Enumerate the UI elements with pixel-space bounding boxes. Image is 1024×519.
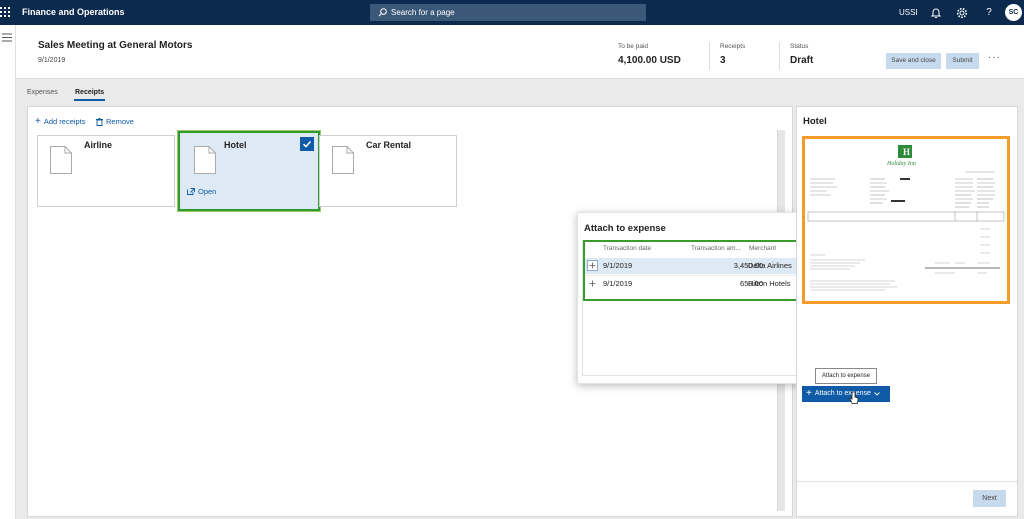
next-button[interactable]: Next (973, 490, 1006, 507)
document-icon (194, 146, 216, 174)
plus-icon: + (35, 115, 41, 127)
page-header (16, 25, 1024, 79)
open-label: Open (198, 187, 217, 196)
open-icon (187, 188, 195, 195)
open-receipt-link[interactable]: Open (187, 187, 216, 196)
receipts-count-value: 3 (720, 55, 726, 66)
chevron-down-icon (874, 392, 880, 396)
search-icon (378, 8, 387, 17)
receipt-name: Car Rental (366, 140, 412, 150)
add-receipts-button[interactable]: + Add receipts (35, 115, 86, 127)
trash-icon (96, 117, 103, 126)
search-placeholder: Search for a page (391, 8, 455, 17)
plus-icon: + (806, 388, 812, 399)
page-title: Sales Meeting at General Motors (38, 40, 193, 51)
svg-text:H: H (903, 147, 910, 157)
receipt-name: Hotel (224, 140, 247, 150)
gear-icon[interactable] (956, 7, 968, 19)
receipt-brand: Holiday Inn (886, 161, 916, 167)
receipt-name: Airline (84, 140, 113, 150)
company-picker[interactable]: USSI (899, 8, 918, 17)
highlight-box (583, 240, 812, 301)
selected-tab-indicator (74, 99, 105, 101)
to-be-paid-label: To be paid (618, 43, 648, 50)
divider (709, 42, 710, 70)
receipt-card-hotel[interactable]: Hotel Open (178, 131, 320, 211)
flyout-title: Attach to expense (584, 223, 666, 234)
receipt-image: H Holiday Inn (802, 136, 1010, 304)
document-icon (332, 146, 354, 174)
mouse-cursor-icon (849, 391, 859, 405)
divider (797, 481, 1017, 482)
remove-label: Remove (106, 117, 134, 126)
receipt-card-airline[interactable]: Airline (37, 135, 175, 207)
help-icon[interactable]: ? (983, 7, 995, 19)
app-title[interactable]: Finance and Operations (22, 7, 125, 17)
search-box[interactable]: Search for a page (370, 4, 646, 21)
receipt-card-car-rental[interactable]: Car Rental (319, 135, 457, 207)
more-options-icon[interactable]: ··· (988, 52, 1001, 63)
remove-button[interactable]: Remove (96, 117, 134, 126)
avatar[interactable]: SC (1005, 4, 1022, 21)
tab-expenses[interactable]: Expenses (27, 89, 58, 96)
submit-button[interactable]: Submit (946, 53, 979, 69)
attach-tooltip: Attach to expense (815, 368, 877, 384)
status-value: Draft (790, 55, 814, 66)
preview-title: Hotel (803, 116, 827, 127)
document-icon (50, 146, 72, 174)
app-launcher-icon[interactable] (0, 7, 10, 18)
save-and-close-button[interactable]: Save and close (886, 53, 941, 69)
attach-button-label: Attach to expense (814, 390, 871, 397)
receipts-count-label: Receipts (720, 43, 746, 50)
checkmark-icon[interactable] (300, 137, 314, 151)
left-rail (0, 25, 16, 519)
page-date: 9/1/2019 (38, 57, 66, 64)
bell-icon[interactable] (930, 7, 942, 19)
divider (779, 42, 780, 70)
status-label: Status (790, 43, 809, 50)
add-receipts-label: Add receipts (43, 117, 86, 126)
to-be-paid-value: 4,100.00 USD (618, 55, 681, 66)
attach-to-expense-button[interactable]: + Attach to expense (802, 386, 890, 402)
tab-receipts[interactable]: Receipts (75, 89, 104, 96)
hamburger-menu-icon[interactable] (2, 33, 12, 42)
